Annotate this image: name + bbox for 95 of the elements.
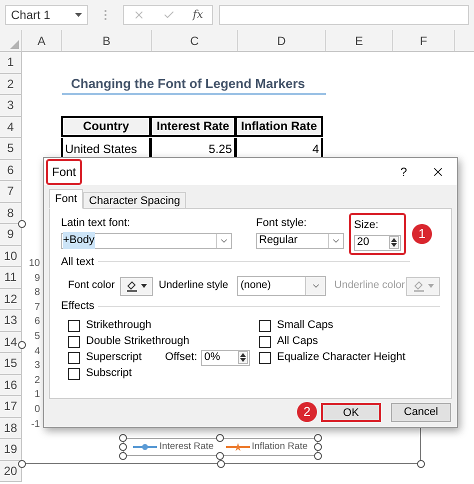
section-heading: Effects [61,299,94,314]
row-header[interactable]: 3 [0,95,22,116]
table-header-cell: Inflation Rate [235,116,323,137]
row-header[interactable]: 6 [0,160,22,181]
offset-field[interactable]: 0% [201,350,250,366]
checkbox[interactable] [68,320,80,332]
axis-label: 5 [33,330,40,344]
caret-icon [428,284,434,288]
legend-label: Inflation Rate [252,440,308,454]
help-button[interactable]: ? [400,162,407,180]
section-heading: All text [61,254,94,270]
field-label: Underline style [158,278,230,294]
checkbox[interactable] [259,336,271,348]
paint-bucket-icon [412,280,425,292]
row-header[interactable]: 10 [0,246,22,267]
field-label: Size: [354,218,380,233]
axis-label: 2 [33,374,40,388]
checkbox[interactable] [68,352,80,364]
checkbox[interactable] [259,320,271,332]
axis-label: 10 [28,257,40,271]
axis-label: 9 [33,272,40,286]
row-header[interactable]: 14 [0,332,22,353]
row-header[interactable]: 8 [0,202,22,224]
row-header[interactable]: 18 [0,418,22,439]
field-label: Latin text font: [61,216,132,231]
dialog-title: Font [46,158,82,184]
latin-font-select[interactable]: +Body [61,232,232,248]
field-label: Underline color [334,278,406,294]
axis-label: 6 [33,315,40,330]
field-label: Offset: [165,350,198,366]
column-header[interactable]: F [393,30,455,51]
row-header[interactable]: 1 [0,52,22,74]
checkbox-label: Small Caps [277,318,334,334]
field-label: Font color [68,278,116,294]
column-header[interactable]: A [22,30,62,51]
checkbox-label: Subscript [86,366,132,382]
underline-style-select[interactable]: (none) [236,276,326,296]
sheet-title: Changing the Font of Legend Markers [62,74,326,95]
row-header[interactable]: 11 [0,267,22,288]
resize-handle[interactable] [417,460,425,468]
legend-label: Interest Rate [159,440,214,454]
axis-label: 1 [33,388,40,402]
row-header[interactable]: 5 [0,138,22,160]
axis-label: 8 [33,286,40,300]
row-header[interactable]: 12 [0,288,22,310]
paint-bucket-icon [126,280,138,292]
caret-icon [140,284,147,288]
dialog-button[interactable]: OK [321,402,381,422]
column-header[interactable]: E [326,30,393,51]
row-header[interactable]: 13 [0,310,22,332]
row-header[interactable]: 15 [0,353,22,374]
checkbox-label: Superscript [86,350,142,366]
checkbox[interactable] [68,368,80,380]
table-header-cell: Country [61,116,151,137]
field-label: Font style: [256,216,308,231]
column-header[interactable]: C [152,30,238,51]
font-color-button[interactable] [120,276,153,296]
checkbox[interactable] [68,336,80,348]
spinner-arrows-icon[interactable] [238,351,248,364]
axis-label: 7 [33,300,40,315]
dialog-tab[interactable]: Font [49,189,84,209]
checkbox-label: Equalize Character Height [277,350,406,366]
enter-check-icon[interactable] [162,9,175,21]
column-header[interactable]: B [62,30,152,51]
row-header[interactable]: 16 [0,374,22,396]
checkbox-label: Strikethrough [86,318,152,334]
row-header[interactable]: 20 [0,460,22,482]
row-header[interactable]: 7 [0,181,22,202]
dialog-button[interactable]: Cancel [391,402,451,422]
row-header[interactable]: 2 [0,74,22,95]
dialog-tab[interactable]: Character Spacing [83,192,186,209]
underline-color-button[interactable] [406,276,440,296]
checkbox-label: Double Strikethrough [86,334,190,350]
checkbox-label: All Caps [277,334,318,350]
row-header[interactable]: 4 [0,116,22,138]
row-header[interactable]: 9 [0,224,22,246]
axis-label: 4 [33,344,40,359]
spinner-arrows-icon[interactable] [389,236,399,249]
axis-label: 0 [33,402,40,417]
axis-label: 3 [33,359,40,374]
insert-function-button[interactable]: fx [192,6,204,24]
font-style-select[interactable]: Regular [256,232,344,248]
formula-input[interactable] [219,5,469,25]
checkbox[interactable] [259,352,271,364]
name-box[interactable]: Chart 1 [5,5,88,25]
step-badge: 2 [297,402,317,422]
step-badge: 1 [412,224,432,244]
row-header[interactable]: 19 [0,439,22,460]
axis-label: -1 [30,418,40,432]
drag-dots-icon [104,9,107,21]
column-header[interactable]: D [238,30,326,51]
size-field[interactable]: 20 [354,234,401,250]
row-header[interactable]: 17 [0,396,22,418]
table-header-cell: Interest Rate [150,116,236,137]
dropdown-caret-icon [75,13,82,17]
